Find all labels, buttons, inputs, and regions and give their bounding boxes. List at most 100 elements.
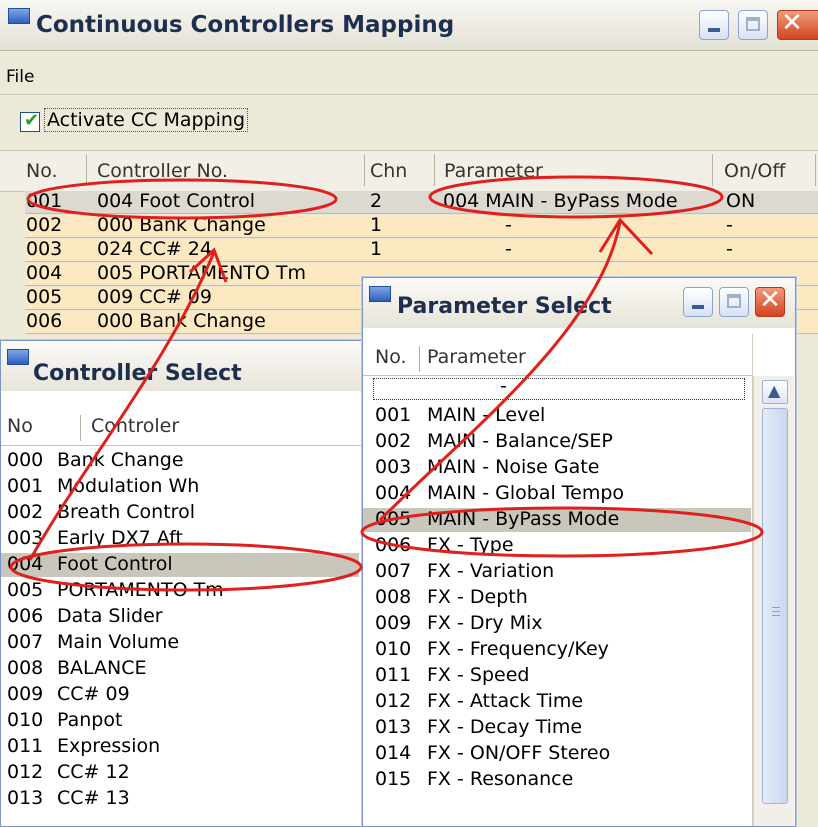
minimize-button[interactable] [699,10,729,40]
col-header-no[interactable]: No. [26,160,58,182]
grip-line [772,611,780,612]
list-item[interactable]: 013 FX - Decay Time [363,716,751,740]
menu-file[interactable]: File [6,67,34,87]
col-separator [80,415,81,441]
item-name: Foot Control [57,553,173,575]
list-item[interactable]: 008 FX - Depth [363,586,751,610]
item-name: FX - Type [427,534,514,556]
list-item[interactable]: 005 MAIN - ByPass Mode [363,508,751,532]
item-name: FX - Depth [427,586,528,608]
item-no: 009 [375,612,412,634]
grip-line [772,607,780,608]
list-item[interactable]: 006 FX - Type [363,534,751,558]
scroll-up-button[interactable]: ▲ [762,380,788,404]
minimize-icon [708,28,720,32]
item-no: 012 [7,761,44,783]
list-item[interactable]: 011 Expression [1,735,359,759]
item-no: 005 [375,508,412,530]
close-icon: ✕ [759,285,781,315]
list-item[interactable]: 001 Modulation Wh [1,475,359,499]
item-name: CC# 09 [57,683,130,705]
list-item[interactable]: 003 Early DX7 Aft [1,527,359,551]
list-item[interactable]: 003 MAIN - Noise Gate [363,456,751,480]
list-item[interactable]: 008 BALANCE [1,657,359,681]
list-item[interactable]: 005 PORTAMENTO Tm [1,579,359,603]
activate-cc-checkbox[interactable]: ✔ [20,110,40,132]
window-app-icon [8,8,30,24]
row-controller: 005 PORTAMENTO Tm [97,262,306,284]
item-no: 015 [375,768,412,790]
main-window-title: Continuous Controllers Mapping [36,12,455,38]
minimize-button[interactable] [683,287,713,317]
item-no: 003 [7,527,44,549]
grip-line [772,615,780,616]
list-item[interactable]: 012 FX - Attack Time [363,690,751,714]
item-name: MAIN - ByPass Mode [427,508,620,530]
row-parameter: 004 MAIN - ByPass Mode [443,190,678,212]
row-no: 003 [26,238,63,260]
item-name: BALANCE [57,657,147,679]
item-no: 011 [375,664,412,686]
item-no: 014 [375,742,412,764]
close-button[interactable]: ✕ [777,8,818,40]
col-header-parameter[interactable]: Parameter [427,346,526,368]
row-no: 001 [26,190,63,212]
col-header-chn[interactable]: Chn [370,160,407,182]
item-name: Expression [57,735,161,757]
list-item[interactable]: 002 Breath Control [1,501,359,525]
window-app-icon [7,349,29,365]
list-item[interactable]: 014 FX - ON/OFF Stereo [363,742,751,766]
list-item[interactable]: - [373,375,745,400]
close-button[interactable]: ✕ [755,285,785,317]
chevron-up-icon: ▲ [768,381,781,400]
list-item[interactable]: 004 Foot Control [1,553,359,577]
list-item[interactable]: 007 Main Volume [1,631,359,655]
scroll-thumb[interactable] [762,408,788,804]
list-item[interactable]: 012 CC# 12 [1,761,359,785]
row-onoff: - [726,238,733,260]
list-item[interactable]: 010 FX - Frequency/Key [363,638,751,662]
col-header-onoff[interactable]: On/Off [724,160,785,182]
list-item[interactable]: 013 CC# 13 [1,787,359,811]
list-item[interactable]: 007 FX - Variation [363,560,751,584]
list-item[interactable]: 015 FX - Resonance [363,768,751,792]
list-item[interactable]: 011 FX - Speed [363,664,751,688]
parameter-select-title: Parameter Select [397,294,612,319]
main-title-bar[interactable]: Continuous Controllers Mapping ✕ [0,0,818,51]
list-item[interactable]: 002 MAIN - Balance/SEP [363,430,751,454]
list-item[interactable]: 004 MAIN - Global Tempo [363,482,751,506]
list-item[interactable]: 001 MAIN - Level [363,404,751,428]
row-controller: 004 Foot Control [97,190,255,212]
col-header-no[interactable]: No [7,415,33,437]
maximize-button[interactable] [738,10,768,40]
list-item[interactable]: 000 Bank Change [1,449,359,473]
item-name: - [500,375,507,397]
item-name: MAIN - Balance/SEP [427,430,613,452]
close-icon: ✕ [781,8,803,38]
activate-cc-label[interactable]: Activate CC Mapping [44,108,249,132]
row-controller: 000 Bank Change [97,310,266,332]
table-row[interactable]: 001 004 Foot Control 2 004 MAIN - ByPass… [25,190,818,214]
col-header-controller[interactable]: Controller No. [97,160,228,182]
list-item[interactable]: 006 Data Slider [1,605,359,629]
parameter-select-window: Parameter Select ✕ No. Parameter - 001 MA… [362,277,796,827]
list-item[interactable]: 009 CC# 09 [1,683,359,707]
col-header-no[interactable]: No. [375,346,407,368]
col-header-controller[interactable]: Controler [91,415,179,437]
item-name: FX - Resonance [427,768,574,790]
controller-select-title-bar[interactable]: Controller Select [1,341,361,391]
item-no: 006 [375,534,412,556]
table-row[interactable]: 002 000 Bank Change 1 - - [25,214,818,238]
parameter-scrollbar[interactable]: ▲ [753,376,794,826]
table-row[interactable]: 003 024 CC# 24 1 - - [25,238,818,262]
controller-select-title: Controller Select [33,361,242,386]
list-item[interactable]: 009 FX - Dry Mix [363,612,751,636]
list-item[interactable]: 010 Panpot [1,709,359,733]
item-name: Breath Control [57,501,195,523]
maximize-button[interactable] [719,287,749,317]
col-header-parameter[interactable]: Parameter [444,160,543,182]
item-name: FX - Decay Time [427,716,583,738]
item-name: FX - ON/OFF Stereo [427,742,611,764]
row-no: 005 [26,286,63,308]
parameter-select-title-bar[interactable]: Parameter Select ✕ [363,278,795,328]
